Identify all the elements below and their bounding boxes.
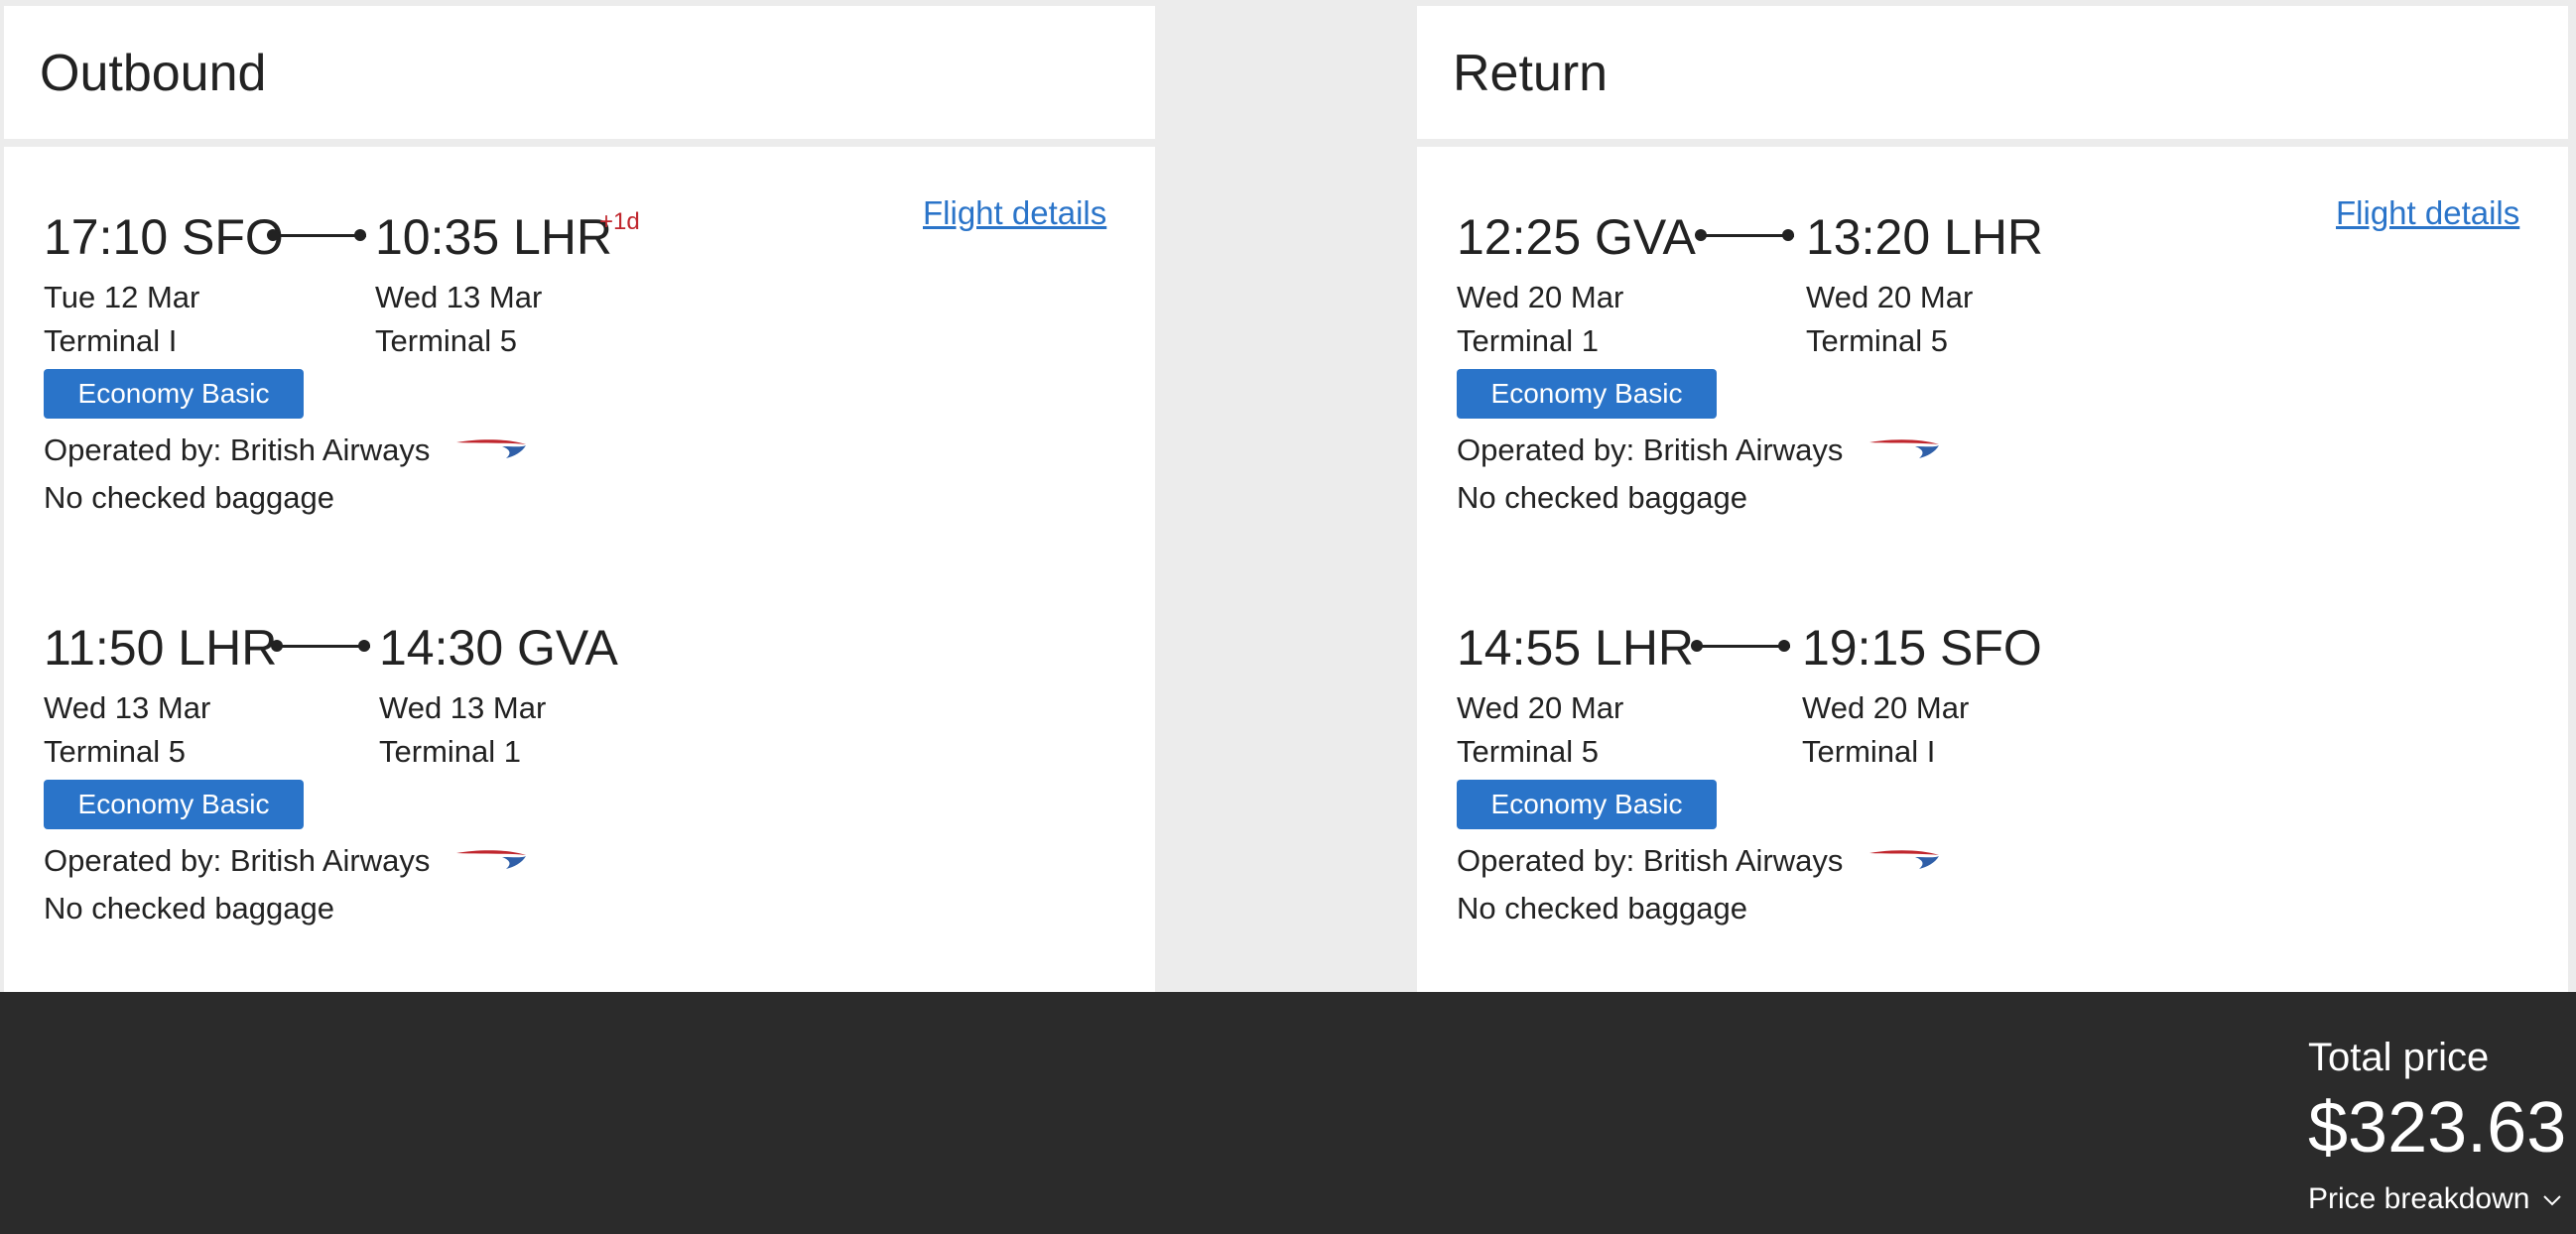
arrival-terminal: Terminal 5 [1806,323,1948,358]
departure-date: Wed 13 Mar [44,690,211,725]
operated-by: Operated by: British Airways [44,843,431,878]
price-breakdown-label: Price breakdown [2308,1182,2530,1215]
arrival-time: 14:30 GVA [379,620,618,676]
return-header: Return [1417,6,2568,139]
connector-end-dot [1782,229,1794,241]
return-panel: Flight details 12:25 GVA 13:20 LHR Wed 2… [1417,147,2568,992]
british-airways-logo-icon [456,439,526,458]
connector-line [1697,645,1790,648]
departure-date: Tue 12 Mar [44,280,200,314]
departure-time: 12:25 GVA [1457,209,1696,265]
total-price-value: $323.63 [2308,1088,2567,1168]
total-price-label: Total price [2308,1036,2490,1079]
departure-terminal: Terminal 5 [1457,734,1599,769]
connector-end-dot [358,640,370,652]
arrival-time: 10:35 LHR [375,209,613,265]
operated-by: Operated by: British Airways [1457,843,1844,878]
departure-time: 14:55 LHR [1457,620,1695,676]
chevron-down-icon [2543,1195,2561,1206]
connector-line [1701,234,1794,237]
cabin-class-badge: Economy Basic [44,369,304,419]
departure-terminal: Terminal 5 [44,734,186,769]
operated-by: Operated by: British Airways [44,432,431,467]
day-offset-badge: +1d [599,208,640,235]
baggage-info: No checked baggage [1457,891,1748,926]
baggage-info: No checked baggage [44,480,335,515]
arrival-date: Wed 20 Mar [1806,280,1974,314]
cabin-class-badge: Economy Basic [44,780,304,829]
cabin-class-badge: Economy Basic [1457,369,1717,419]
british-airways-logo-icon [1869,850,1939,869]
baggage-info: No checked baggage [44,891,335,926]
arrival-time: 13:20 LHR [1806,209,2044,265]
outbound-header: Outbound [4,6,1155,139]
outbound-segment-2: 11:50 LHR 14:30 GVA Wed 13 Mar Wed 13 Ma… [44,597,1115,964]
arrival-terminal: Terminal 1 [379,734,521,769]
return-segment-2: 14:55 LHR 19:15 SFO Wed 20 Mar Wed 20 Ma… [1457,597,2528,964]
british-airways-logo-icon [1869,439,1939,458]
connector-end-dot [1778,640,1790,652]
outbound-panel: Flight details 17:10 SFO 10:35 LHR +1d T… [4,147,1155,992]
connector-end-dot [354,229,366,241]
arrival-date: Wed 13 Mar [375,280,543,314]
arrival-terminal: Terminal I [1802,734,1936,769]
departure-terminal: Terminal 1 [1457,323,1599,358]
connector-line [277,645,370,648]
departure-date: Wed 20 Mar [1457,690,1624,725]
outbound-title: Outbound [40,45,267,102]
connector-line [273,234,366,237]
arrival-date: Wed 13 Mar [379,690,547,725]
arrival-time: 19:15 SFO [1802,620,2042,676]
departure-terminal: Terminal I [44,323,178,358]
cabin-class-badge: Economy Basic [1457,780,1717,829]
outbound-segment-1: 17:10 SFO 10:35 LHR +1d Tue 12 Mar Wed 1… [44,186,1115,554]
arrival-terminal: Terminal 5 [375,323,517,358]
departure-date: Wed 20 Mar [1457,280,1624,314]
departure-time: 11:50 LHR [44,620,278,676]
return-title: Return [1453,45,1609,102]
price-footer: Total price $323.63 Price breakdown [0,992,2576,1234]
arrival-date: Wed 20 Mar [1802,690,1970,725]
return-segment-1: 12:25 GVA 13:20 LHR Wed 20 Mar Wed 20 Ma… [1457,186,2528,554]
british-airways-logo-icon [456,850,526,869]
price-breakdown-toggle[interactable]: Price breakdown [2308,1182,2562,1216]
departure-time: 17:10 SFO [44,209,284,265]
operated-by: Operated by: British Airways [1457,432,1844,467]
baggage-info: No checked baggage [1457,480,1748,515]
